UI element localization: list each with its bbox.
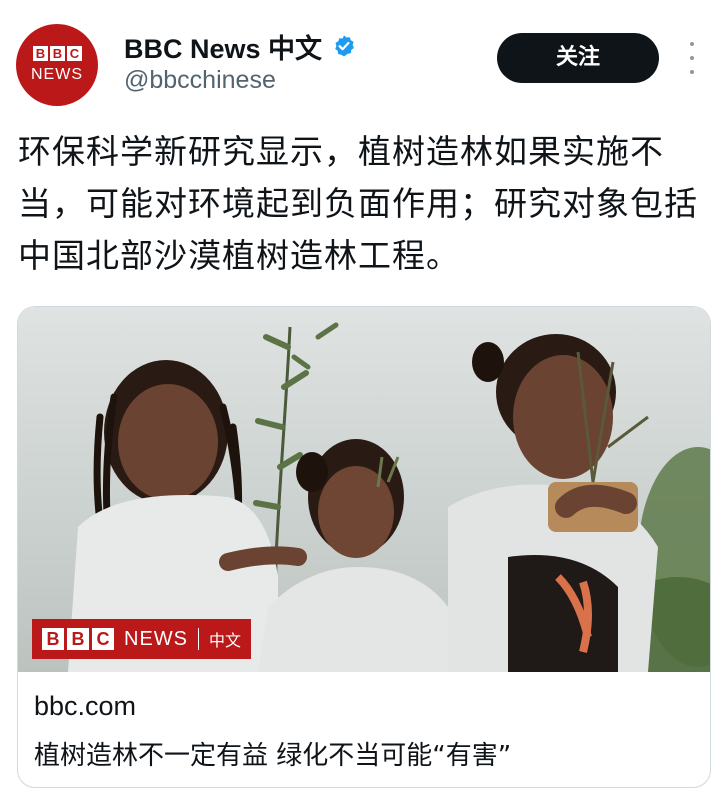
name-line: BBC News 中文 — [124, 26, 356, 66]
more-vertical-icon[interactable] — [682, 42, 702, 74]
avatar-news-word: NEWS — [31, 66, 83, 83]
badge-separator — [198, 628, 199, 650]
badge-chinese-label: 中文 — [209, 631, 242, 650]
account-display-name[interactable]: BBC News 中文 — [124, 27, 322, 66]
follow-button[interactable]: 关注 — [497, 33, 659, 83]
badge-logo-block: B — [42, 628, 64, 650]
more-dot — [690, 56, 694, 60]
card-domain[interactable]: bbc.com — [34, 691, 136, 722]
more-dot — [690, 70, 694, 74]
verified-badge-icon — [332, 34, 356, 58]
badge-logo-block: B — [67, 628, 89, 650]
tweet-header: B B C NEWS BBC News 中文 @bbcchinese 关注 — [0, 0, 720, 112]
badge-bbc-logo: B B C — [42, 628, 114, 650]
avatar-logo-block: B — [50, 46, 65, 61]
tweet-text: 环保科学新研究显示，植树造林如果实施不当，可能对环境起到负面作用；研究对象包括中… — [18, 132, 698, 275]
card-image[interactable]: B B C NEWS 中文 — [18, 307, 710, 672]
card-photo-illustration — [68, 322, 710, 672]
avatar-logo-block: B — [33, 46, 48, 61]
badge-news-word: NEWS — [124, 627, 188, 650]
image-bbc-news-badge: B B C NEWS 中文 — [32, 619, 252, 659]
badge-logo-block: C — [92, 628, 114, 650]
avatar-logo-block: C — [67, 46, 82, 61]
account-avatar[interactable]: B B C NEWS — [16, 24, 98, 106]
account-handle[interactable]: @bbcchinese — [124, 66, 276, 95]
card-title[interactable]: 植树造林不一定有益 绿化不当可能“有害” — [34, 735, 511, 772]
more-dot — [690, 42, 694, 46]
link-card[interactable]: B B C NEWS 中文 bbc.com 植树造林不一定有益 绿化不当可能“有… — [17, 306, 711, 788]
avatar-bbc-logo: B B C — [33, 46, 82, 61]
